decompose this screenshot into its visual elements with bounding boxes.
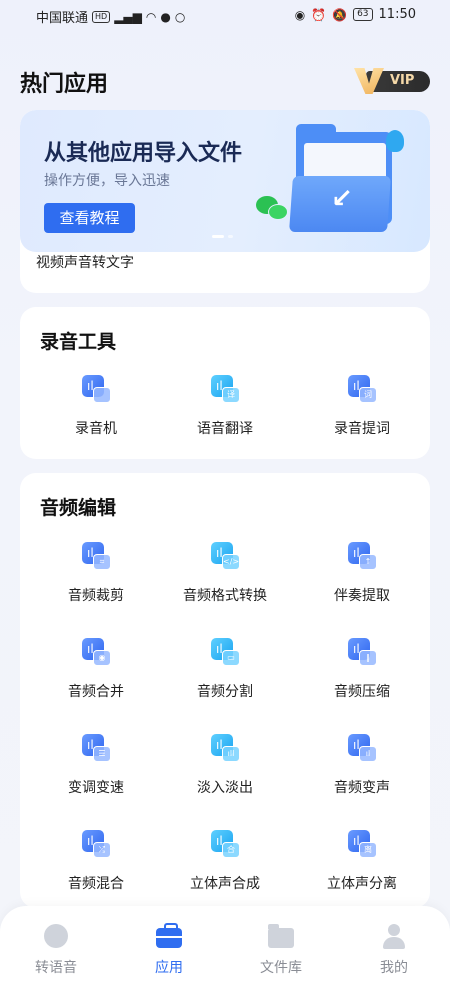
carousel-dot-active — [212, 235, 224, 238]
import-arrow-icon: ↙ — [331, 184, 353, 214]
tool-pitch-speed[interactable]: ıl ☰ 变调变速 — [28, 734, 164, 797]
tool-audio-crop[interactable]: ıl ⌗ 音频裁剪 — [28, 542, 164, 605]
wifi-icon: ◠ — [145, 9, 157, 24]
nav-label: 我的 — [380, 960, 408, 976]
wechat-notification-icon: ● — [160, 9, 171, 24]
carousel-dots — [212, 235, 233, 238]
nav-label: 应用 — [155, 960, 183, 976]
stereo-merge-icon: ıl 合 — [210, 830, 240, 860]
tool-audio-split[interactable]: ıl ▭ 音频分割 — [157, 638, 293, 701]
page-title: 热门应用 — [20, 72, 109, 97]
tool-audio-format[interactable]: ıl </> 音频格式转换 — [157, 542, 293, 605]
briefcase-icon — [156, 923, 182, 950]
person-icon — [381, 924, 407, 950]
wechat-icon — [256, 196, 288, 222]
tool-label: 语音翻译 — [197, 421, 253, 437]
nav-label: 文件库 — [260, 960, 302, 976]
tool-accompaniment[interactable]: ıl ↑ 伴奏提取 — [294, 542, 430, 605]
voice-change-icon: ıl ıl — [347, 734, 377, 764]
nav-item-apps[interactable]: 应用 — [114, 923, 224, 977]
accompaniment-icon: ıl ↑ — [347, 542, 377, 572]
nav-item-files[interactable]: 文件库 — [226, 924, 336, 977]
tool-stereo-merge[interactable]: ıl 合立体声合成 — [157, 830, 293, 893]
battery-indicator: 63 — [353, 8, 373, 21]
audio-split-icon: ıl ▭ — [210, 638, 240, 668]
tool-label: 淡入淡出 — [197, 780, 253, 796]
tool-label: 音频格式转换 — [183, 588, 267, 604]
view-tutorial-button[interactable]: 查看教程 — [44, 203, 135, 233]
tool-label: 立体声分离 — [327, 876, 397, 892]
nav-label: 转语音 — [35, 960, 77, 976]
clock: 11:50 — [378, 7, 416, 22]
tool-label: 音频混合 — [68, 876, 124, 892]
banner-caption[interactable]: 视频声音转文字 — [36, 252, 134, 272]
message-notification-icon: ○ — [174, 9, 186, 24]
banner-subtitle: 操作方便，导入迅速 — [44, 173, 170, 189]
folder-icon — [268, 924, 294, 950]
audio-editing-section: 音频编辑 ıl ⌗ 音频裁剪 ıl </> 音频格式转换 ıl ↑ 伴奏提取 ıl ◉ 音频合并 ıl ▭… — [20, 473, 430, 908]
tool-label: 音频压缩 — [334, 684, 390, 700]
tool-audio-mix[interactable]: ıl ⤮ 音频混合 — [28, 830, 164, 893]
radio-icon: ıl — [81, 375, 111, 405]
audio-mix-icon: ıl ⤮ — [81, 830, 111, 860]
import-banner[interactable]: 从其他应用导入文件 操作方便，导入迅速 查看教程 ↙ — [20, 110, 430, 252]
tool-label: 录音提词 — [334, 421, 390, 437]
mute-icon: 🔕 — [332, 7, 348, 22]
signal-icon: ▂▄▆ — [114, 9, 142, 24]
bottom-navigation: 转语音 应用 文件库 我的 — [0, 906, 450, 1000]
tool-label: 伴奏提取 — [334, 588, 390, 604]
audio-format-icon: ıl </> — [210, 542, 240, 572]
tool-label: 音频变声 — [334, 780, 390, 796]
audio-merge-icon: ıl ◉ — [81, 638, 111, 668]
tool-voice-translate[interactable]: ıl 译语音翻译 — [157, 375, 293, 438]
fade-icon: ıl ıll — [210, 734, 240, 764]
tool-label: 变调变速 — [68, 780, 124, 796]
section-title: 音频编辑 — [40, 497, 117, 519]
alarm-icon: ⏰ — [311, 7, 327, 22]
banner-title: 从其他应用导入文件 — [44, 141, 243, 166]
tool-label: 立体声合成 — [190, 876, 260, 892]
tool-mic-prompt[interactable]: ıl 词录音提词 — [294, 375, 430, 438]
eye-icon: ◉ — [294, 7, 306, 22]
status-bar: 中国联通 HD ▂▄▆ ◠ ● ○ ◉ ⏰ 🔕 63 11:50 — [0, 0, 450, 32]
vip-badge[interactable]: VIP — [354, 68, 430, 94]
tool-radio[interactable]: ıl 录音机 — [28, 375, 164, 438]
mic-prompt-icon: ıl 词 — [347, 375, 377, 405]
tool-label: 音频裁剪 — [68, 588, 124, 604]
ear-icon — [43, 924, 69, 950]
stereo-split-icon: ıl 离 — [347, 830, 377, 860]
banner-card: 从其他应用导入文件 操作方便，导入迅速 查看教程 ↙ 视频声音转文字 — [20, 110, 430, 293]
nav-item-profile[interactable]: 我的 — [339, 924, 449, 977]
tool-label: 录音机 — [75, 421, 117, 437]
audio-crop-icon: ıl ⌗ — [81, 542, 111, 572]
hd-badge: HD — [92, 10, 111, 23]
tool-label: 音频合并 — [68, 684, 124, 700]
vip-label: VIP — [390, 73, 415, 88]
pitch-speed-icon: ıl ☰ — [81, 734, 111, 764]
qq-icon — [386, 130, 404, 152]
carousel-dot — [228, 235, 233, 238]
section-title: 录音工具 — [40, 331, 117, 353]
audio-compress-icon: ıl ‖ — [347, 638, 377, 668]
tool-fade[interactable]: ıl ıll 淡入淡出 — [157, 734, 293, 797]
tool-audio-compress[interactable]: ıl ‖ 音频压缩 — [294, 638, 430, 701]
tool-audio-merge[interactable]: ıl ◉ 音频合并 — [28, 638, 164, 701]
carrier-label: 中国联通 — [36, 11, 89, 26]
tool-label: 音频分割 — [197, 684, 253, 700]
voice-translate-icon: ıl 译 — [210, 375, 240, 405]
tool-stereo-split[interactable]: ıl 离立体声分离 — [294, 830, 430, 893]
recording-tools-section: 录音工具 ıl 录音机 ıl 译语音翻译 ıl 词录音提词 — [20, 307, 430, 459]
nav-item-speech[interactable]: 转语音 — [1, 924, 111, 977]
tool-voice-change[interactable]: ıl ıl 音频变声 — [294, 734, 430, 797]
